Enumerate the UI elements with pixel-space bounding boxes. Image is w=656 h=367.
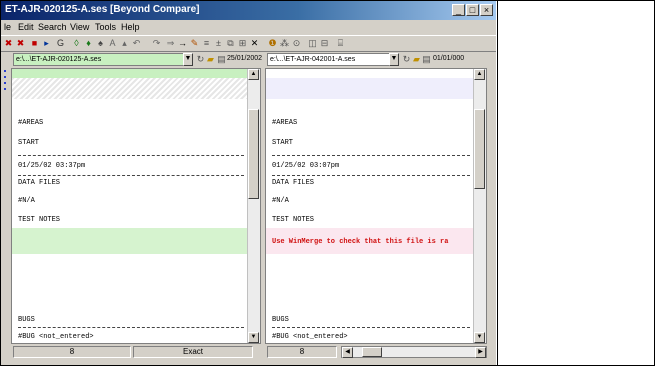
left-line: #N/A <box>18 197 35 205</box>
up-icon[interactable]: ◊ <box>71 38 82 49</box>
left-line: START <box>18 139 40 147</box>
gutter-marker <box>4 76 6 78</box>
binoculars-icon[interactable]: ♠ <box>95 38 106 49</box>
left-file-date: 25/01/2002 <box>227 55 263 62</box>
menu-edit[interactable]: Edit <box>18 22 34 32</box>
left-line: TEST NOTES <box>18 216 61 224</box>
title-bar[interactable]: ET-AJR-020125-A.ses [Beyond Compare] _ □… <box>1 1 496 20</box>
right-file-pane[interactable]: #AREAS START 01/25/02 03:07pm DATA FILES… <box>265 68 487 344</box>
scroll-up-arrow-icon[interactable]: ▲ <box>248 69 259 80</box>
right-scroll-thumb[interactable] <box>474 109 485 189</box>
paste-icon[interactable]: ± <box>213 38 224 49</box>
edit-icon[interactable]: → <box>177 38 188 49</box>
menu-tools[interactable]: Tools <box>95 22 116 32</box>
left-line: BUGS <box>18 316 35 324</box>
copy-icon[interactable]: ≡ <box>201 38 212 49</box>
menu-bar: le Edit Search View Tools Help <box>1 20 496 35</box>
next-diff-icon[interactable]: ⇒ <box>165 38 176 49</box>
red-x-icon[interactable]: ✖ <box>3 38 14 49</box>
left-scroll-thumb[interactable] <box>248 109 259 199</box>
right-save-icon[interactable]: ▤ <box>421 54 432 65</box>
save-icon[interactable]: ⌸ <box>335 38 346 49</box>
left-line: #AREAS <box>18 119 44 127</box>
right-path-field[interactable]: e:\...\ET-AJR-042001-A.ses <box>267 53 397 66</box>
right-line: START <box>272 139 294 147</box>
help-icon[interactable]: ⊞ <box>237 38 248 49</box>
filter-icon[interactable]: ▴ <box>119 38 130 49</box>
left-status-mode: Exact <box>133 346 253 358</box>
horizontal-scroll-thumb[interactable] <box>362 347 382 357</box>
compare-icon[interactable]: ⊙ <box>291 38 302 49</box>
left-line: #BUG <not_entered> <box>18 333 94 341</box>
link-icon[interactable]: ◫ <box>307 38 318 49</box>
red-x-icon[interactable]: ✖ <box>15 38 26 49</box>
close-button[interactable]: × <box>480 4 493 16</box>
left-separator <box>18 175 244 176</box>
swap-icon[interactable]: ✎ <box>189 38 200 49</box>
scroll-up-arrow-icon[interactable]: ▲ <box>474 69 485 80</box>
left-line: DATA FILES <box>18 179 61 187</box>
left-gutter <box>1 52 11 365</box>
right-line: BUGS <box>272 316 289 324</box>
app-window: ET-AJR-020125-A.ses [Beyond Compare] _ □… <box>1 1 496 365</box>
minimize-button[interactable]: _ <box>452 4 465 16</box>
right-file-date: 01/01/000 <box>433 55 465 62</box>
down-icon[interactable]: ♦ <box>83 38 94 49</box>
right-status-count: 8 <box>267 346 337 358</box>
right-line: 01/25/02 03:07pm <box>272 162 340 170</box>
menu-search[interactable]: Search <box>38 22 67 32</box>
gutter-marker <box>4 82 6 84</box>
left-folder-icon[interactable]: ▰ <box>205 54 216 65</box>
gutter-marker <box>4 88 6 90</box>
left-path-field[interactable]: e:\...\ET-AJR-020125-A.ses <box>13 53 193 66</box>
scroll-down-arrow-icon[interactable]: ▼ <box>474 332 485 343</box>
left-separator <box>18 327 244 328</box>
left-line: 01/25/02 03:37pm <box>18 162 86 170</box>
scroll-right-arrow-icon[interactable]: ▶ <box>475 347 486 358</box>
right-separator <box>272 327 470 328</box>
back-icon[interactable]: ■ <box>29 38 40 49</box>
left-missing-lines <box>12 78 248 99</box>
right-horizontal-scrollbar[interactable]: ◀ ▶ <box>341 346 487 358</box>
left-diff-band <box>12 228 248 254</box>
redo-icon[interactable]: ↷ <box>151 38 162 49</box>
right-path-dropdown[interactable]: ▼ <box>389 53 399 66</box>
right-line: DATA FILES <box>272 179 315 187</box>
right-line: #AREAS <box>272 119 298 127</box>
settings-icon[interactable]: ✕ <box>249 38 260 49</box>
gutter-marker <box>4 70 6 72</box>
right-line: #N/A <box>272 197 289 205</box>
toolbar: ✖ ✖ ■ ▸ G ◊ ♦ ♠ A ▴ ↶ ↷ ⇒ → ✎ ≡ ± ⧉ ⊞ ✕ … <box>1 35 496 52</box>
scroll-down-arrow-icon[interactable]: ▼ <box>248 332 259 343</box>
window-icon[interactable]: ⁂ <box>279 38 290 49</box>
right-line: #BUG <not_entered> <box>272 333 348 341</box>
scroll-left-arrow-icon[interactable]: ◀ <box>342 347 353 358</box>
right-vertical-scrollbar[interactable]: ▲ ▼ <box>473 69 486 343</box>
menu-help[interactable]: Help <box>121 22 140 32</box>
maximize-button[interactable]: □ <box>466 4 479 16</box>
left-separator <box>18 155 244 156</box>
right-separator <box>272 175 470 176</box>
left-file-pane[interactable]: #AREAS START 01/25/02 03:37pm DATA FILES… <box>11 68 261 344</box>
right-added-lines <box>266 78 474 99</box>
menu-view[interactable]: View <box>70 22 89 32</box>
menu-file[interactable]: le <box>4 22 11 32</box>
view-icon[interactable]: ⊟ <box>319 38 330 49</box>
left-path-dropdown[interactable]: ▼ <box>183 53 193 66</box>
refresh-icon[interactable]: G <box>55 38 66 49</box>
right-diff-line: Use WinMerge to check that this file is … <box>272 238 449 246</box>
rules-icon[interactable]: ❶ <box>267 38 278 49</box>
left-vertical-scrollbar[interactable]: ▲ ▼ <box>247 69 260 343</box>
undo-icon[interactable]: ↶ <box>131 38 142 49</box>
left-save-icon[interactable]: ▤ <box>216 54 227 65</box>
window-title: ET-AJR-020125-A.ses [Beyond Compare] <box>5 4 200 15</box>
text-icon[interactable]: A <box>107 38 118 49</box>
forward-icon[interactable]: ▸ <box>41 38 52 49</box>
right-separator <box>272 155 470 156</box>
left-status-count: 8 <box>13 346 131 358</box>
right-line: TEST NOTES <box>272 216 315 224</box>
delete-icon[interactable]: ⧉ <box>225 38 236 49</box>
